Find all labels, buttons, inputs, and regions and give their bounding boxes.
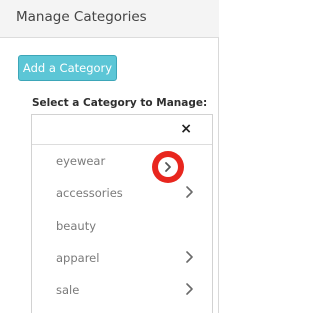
highlighted-expand-eyewear-button[interactable]: [152, 151, 184, 183]
chevron-right-icon[interactable]: [182, 183, 198, 201]
category-item-label: apparel: [56, 250, 100, 265]
chevron-right-icon: [165, 162, 171, 172]
close-icon[interactable]: ×: [180, 120, 192, 138]
category-dropdown: × eyewear accessories beauty apparel sal…: [31, 114, 213, 313]
manage-categories-panel: Manage Categories Add a Category Select …: [0, 0, 219, 313]
category-item-label: eyewear: [56, 154, 106, 168]
category-item-apparel[interactable]: apparel: [32, 242, 212, 274]
category-item-label: accessories: [56, 186, 123, 201]
chevron-right-icon[interactable]: [182, 248, 198, 266]
panel-title: Manage Categories: [16, 9, 147, 25]
category-item-eyewear[interactable]: eyewear: [32, 145, 212, 177]
highlight-inner-circle: [158, 157, 178, 177]
panel-header: Manage Categories: [0, 0, 219, 38]
category-list: eyewear accessories beauty apparel sale: [32, 145, 212, 306]
select-category-label: Select a Category to Manage:: [32, 97, 208, 109]
add-category-button[interactable]: Add a Category: [18, 55, 117, 81]
dropdown-header: ×: [32, 115, 212, 145]
category-item-label: sale: [56, 283, 80, 298]
chevron-right-icon[interactable]: [182, 280, 198, 298]
category-item-label: beauty: [56, 218, 97, 233]
category-item-accessories[interactable]: accessories: [32, 177, 212, 209]
category-item-sale[interactable]: sale: [32, 274, 212, 306]
category-item-beauty[interactable]: beauty: [32, 210, 212, 242]
